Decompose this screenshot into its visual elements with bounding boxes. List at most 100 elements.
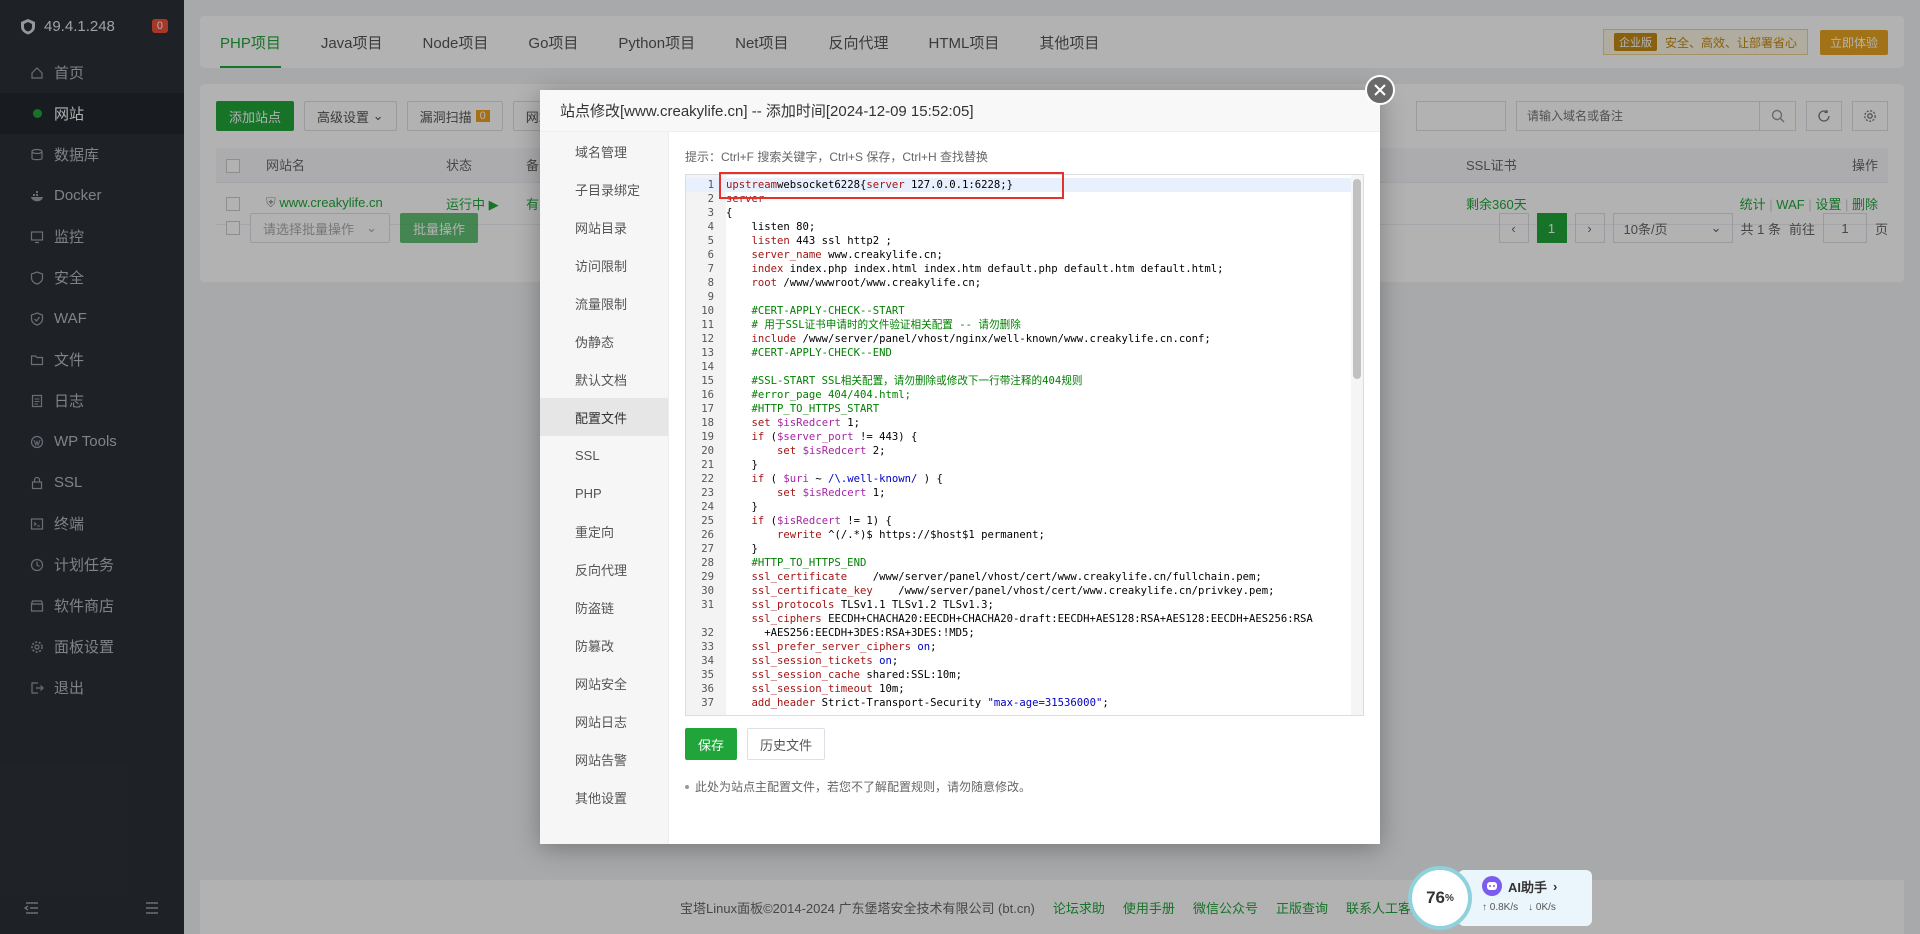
modal-nav-item-4[interactable]: 流量限制 [540, 284, 668, 322]
load-percent: 76 [1426, 888, 1445, 907]
code-line: 22 if ( $uri ~ /\.well-known/ ) { [686, 472, 1351, 486]
modal-nav-item-2[interactable]: 网站目录 [540, 208, 668, 246]
line-code: set $isRedcert 2; [720, 444, 885, 458]
modal-nav-item-0[interactable]: 域名管理 [540, 132, 668, 170]
code-token: 10m; [872, 683, 905, 695]
code-token: server_name [751, 249, 822, 261]
modal-nav-item-10[interactable]: 重定向 [540, 512, 668, 550]
config-note-text: 此处为站点主配置文件，若您不了解配置规则，请勿随意修改。 [695, 780, 1032, 794]
upload-speed-value: 0.8K/s [1489, 902, 1519, 913]
line-code: { [720, 206, 732, 220]
code-line: ssl_ciphers EECDH+CHACHA20:EECDH+CHACHA2… [686, 612, 1351, 626]
download-speed: ↓ 0K/s [1528, 902, 1556, 913]
bullet-icon [685, 784, 689, 789]
line-code: if ($server_port != 443) { [720, 430, 918, 444]
line-number: 18 [701, 417, 714, 429]
modal-nav-item-11[interactable]: 反向代理 [540, 550, 668, 588]
line-number: 25 [701, 515, 714, 527]
code-token: ^(/.*)$ https://$host$1 permanent; [821, 529, 1045, 541]
site-edit-modal: 站点修改[www.creakylife.cn] -- 添加时间[2024-12-… [540, 90, 1380, 844]
line-code: listen 80; [720, 220, 816, 234]
editor-hint: 提示：Ctrl+F 搜索关键字，Ctrl+S 保存，Ctrl+H 查找替换 [685, 150, 989, 164]
editor-code[interactable]: 1 upstreamwebsocket6228{server 127.0.0.1:… [686, 178, 1351, 710]
code-line: 23 set $isRedcert 1; [686, 486, 1351, 500]
line-number: 31 [701, 599, 714, 611]
code-token: EECDH+CHACHA20:EECDH+CHACHA20-draft:EECD… [821, 613, 1313, 625]
line-number: 4 [707, 221, 714, 233]
modal-nav-item-5[interactable]: 伪静态 [540, 322, 668, 360]
code-line: 8 root /www/wwwroot/www.creakylife.cn; [686, 276, 1351, 290]
modal-nav-item-8[interactable]: SSL [540, 436, 668, 474]
code-token: #CERT-APPLY-CHECK--END [751, 347, 892, 359]
modal-nav-item-3[interactable]: 访问限制 [540, 246, 668, 284]
code-line: 18 set $isRedcert 1; [686, 416, 1351, 430]
modal-nav-item-1[interactable]: 子目录绑定 [540, 170, 668, 208]
code-token: +AES256:EECDH+3DES:RSA+3DES:!MD5; [726, 627, 975, 639]
editor-scrollbar[interactable] [1351, 175, 1363, 715]
modal-nav-item-13[interactable]: 防篡改 [540, 626, 668, 664]
code-token: ssl_prefer_server_ciphers [751, 641, 911, 653]
line-number: 29 [701, 571, 714, 583]
modal-nav-item-7[interactable]: 配置文件 [540, 398, 668, 436]
code-token: ssl_session_timeout [751, 683, 873, 695]
load-gauge[interactable]: 76% [1408, 866, 1472, 930]
modal-nav-item-15[interactable]: 网站日志 [540, 702, 668, 740]
close-icon[interactable] [1365, 75, 1395, 105]
code-token: set [777, 445, 797, 457]
line-code: rewrite ^(/.*)$ https://$host$1 permanen… [720, 528, 1045, 542]
ai-card[interactable]: AI助手 › ↑ 0.8K/s ↓ 0K/s [1458, 870, 1592, 926]
code-line: 7 index index.php index.html index.htm d… [686, 262, 1351, 276]
modal-nav-item-16[interactable]: 网站告警 [540, 740, 668, 778]
line-number: 22 [701, 473, 714, 485]
line-number [686, 612, 720, 626]
line-code: #CERT-APPLY-CHECK--END [720, 346, 892, 360]
code-line: 30 ssl_certificate_key /www/server/panel… [686, 584, 1351, 598]
line-code: #HTTP_TO_HTTPS_END [720, 556, 867, 570]
upload-speed: ↑ 0.8K/s [1482, 902, 1518, 913]
line-number: 36 [701, 683, 714, 695]
config-editor[interactable]: 1 upstreamwebsocket6228{server 127.0.0.1:… [685, 174, 1364, 716]
code-line: 10 #CERT-APPLY-CHECK--START [686, 304, 1351, 318]
modal-nav-item-14[interactable]: 网站安全 [540, 664, 668, 702]
ai-assistant-widget[interactable]: AI助手 › ↑ 0.8K/s ↓ 0K/s 76% [1408, 866, 1592, 930]
code-token: if [751, 515, 765, 527]
code-token: $isRedcert [777, 515, 841, 527]
code-token: ssl_protocols [751, 599, 835, 611]
line-number: 10 [701, 305, 714, 317]
history-files-button[interactable]: 历史文件 [747, 728, 826, 760]
line-number: 15 [701, 375, 714, 387]
code-token: shared:SSL:10m; [859, 669, 963, 681]
editor-scroll-thumb[interactable] [1353, 179, 1361, 379]
modal-nav-item-6[interactable]: 默认文档 [540, 360, 668, 398]
line-number: 16 [701, 389, 714, 401]
save-button[interactable]: 保存 [685, 728, 738, 760]
line-code: ssl_session_timeout 10m; [720, 682, 905, 696]
line-code: if ($isRedcert != 1) { [720, 514, 892, 528]
modal-nav-item-9[interactable]: PHP [540, 474, 668, 512]
code-token: ~ [808, 473, 829, 485]
code-line: 24 } [686, 500, 1351, 514]
code-line: 33 ssl_prefer_server_ciphers on; [686, 640, 1351, 654]
line-number: 26 [701, 529, 714, 541]
modal-nav-item-12[interactable]: 防盗链 [540, 588, 668, 626]
line-code: root /www/wwwroot/www.creakylife.cn; [720, 276, 982, 290]
line-number: 2 [707, 193, 714, 205]
code-line: 4 listen 80; [686, 220, 1351, 234]
line-code: index index.php index.html index.htm def… [720, 262, 1224, 276]
download-speed-value: 0K/s [1535, 902, 1556, 913]
modal-nav-item-17[interactable]: 其他设置 [540, 778, 668, 816]
line-number: 7 [707, 263, 714, 275]
arrow-down-icon: ↓ [1528, 902, 1534, 913]
line-number: 12 [701, 333, 714, 345]
line-code: #error_page 404/404.html; [720, 388, 911, 402]
